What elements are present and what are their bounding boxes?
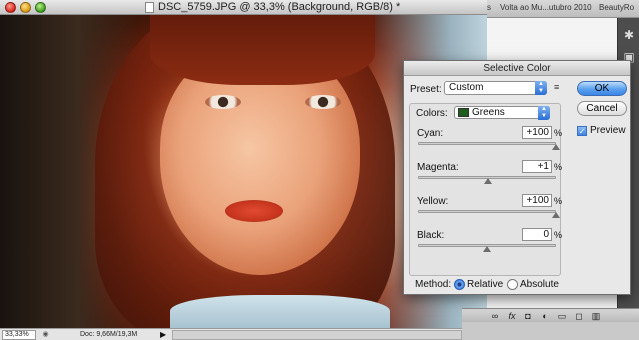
browser-tab[interactable]: Volta ao Mu...utubro 2010 <box>500 3 592 12</box>
zoom-window-button[interactable] <box>35 2 46 13</box>
document-statusbar: 33,33% ◉ Doc: 9,66M/19,3M ▶ <box>0 328 487 340</box>
photo-bangs <box>150 15 375 85</box>
yellow-label: Yellow: <box>417 196 449 207</box>
photo-eye-left <box>205 95 241 109</box>
magenta-slider-thumb[interactable] <box>483 178 492 184</box>
cyan-slider-thumb[interactable] <box>552 144 560 150</box>
cyan-slider-track[interactable] <box>418 142 556 145</box>
status-menu-arrow-icon[interactable]: ▶ <box>160 329 166 340</box>
document-icon <box>145 2 154 13</box>
preset-label: Preset: <box>410 84 442 95</box>
close-window-button[interactable] <box>5 2 16 13</box>
select-arrows-icon: ▲ ▼ <box>535 81 547 95</box>
status-navigator-icon[interactable]: ◉ <box>40 330 51 340</box>
method-relative-label[interactable]: Relative <box>467 279 503 290</box>
cyan-unit: % <box>554 128 563 138</box>
preset-options-icon[interactable]: ≡ <box>554 82 559 92</box>
magenta-unit: % <box>554 162 563 172</box>
zoom-level-field[interactable]: 33,33% <box>2 330 36 340</box>
color-swatch <box>458 108 469 117</box>
horizontal-scrollbar[interactable] <box>172 330 462 340</box>
preview-label[interactable]: Preview <box>590 125 626 136</box>
document-title: DSC_5759.JPG @ 33,3% (Background, RGB/8)… <box>158 1 401 13</box>
black-value-field[interactable]: 0 <box>522 228 552 241</box>
yellow-unit: % <box>554 196 563 206</box>
browser-tabbar: s Volta ao Mu...utubro 2010 BeautyRo <box>487 0 639 18</box>
selective-color-dialog: Selective Color Preset: Custom ▲ ▼ ≡ Colo… <box>403 60 631 295</box>
fx-icon[interactable]: fx <box>506 310 518 322</box>
preset-select[interactable]: Custom ▲ ▼ <box>444 81 547 95</box>
method-absolute-label[interactable]: Absolute <box>520 279 559 290</box>
dialog-title[interactable]: Selective Color <box>404 61 630 76</box>
trash-icon[interactable]: ▥ <box>590 310 602 322</box>
new-layer-icon[interactable]: ◻ <box>573 310 585 322</box>
adjustment-icon[interactable]: ◐ <box>539 310 551 322</box>
colors-group: Colors: Greens ▲ ▼ Cyan: +100 % Magenta: … <box>409 103 563 276</box>
layers-panel-bottom <box>462 322 639 340</box>
select-arrows-icon: ▲ ▼ <box>538 106 550 120</box>
ok-button[interactable]: OK <box>577 81 627 96</box>
cyan-value-field[interactable]: +100 <box>522 126 552 139</box>
cancel-button[interactable]: Cancel <box>577 101 627 116</box>
method-absolute-radio[interactable] <box>507 279 518 290</box>
yellow-value-field[interactable]: +100 <box>522 194 552 207</box>
gear-icon[interactable]: ✱ <box>622 28 636 42</box>
browser-tab[interactable]: BeautyRo <box>599 3 634 12</box>
colors-label: Colors: <box>416 108 448 119</box>
preset-value: Custom <box>449 82 484 93</box>
dialog-body: Preset: Custom ▲ ▼ ≡ Colors: Greens ▲ ▼ Cy… <box>404 76 630 294</box>
photo-shirt <box>170 295 390 328</box>
preview-checkbox[interactable]: ✓ <box>577 126 587 136</box>
document-titlebar[interactable]: DSC_5759.JPG @ 33,3% (Background, RGB/8)… <box>0 0 487 15</box>
yellow-slider-thumb[interactable] <box>552 212 560 218</box>
folder-icon[interactable]: ▭ <box>556 310 568 322</box>
magenta-value-field[interactable]: +1 <box>522 160 552 173</box>
method-label: Method: <box>415 279 452 290</box>
browser-tab[interactable]: s <box>487 3 491 12</box>
document-size-info: Doc: 9,66M/19,3M <box>80 331 138 338</box>
black-unit: % <box>554 230 563 240</box>
method-relative-radio[interactable] <box>454 279 465 290</box>
photo-eye-right <box>305 95 341 109</box>
layers-panel-footer: ∞ fx ◘ ◐ ▭ ◻ ▥ <box>462 308 639 322</box>
photo-lips <box>225 200 283 222</box>
cyan-label: Cyan: <box>417 128 444 139</box>
black-label: Black: <box>417 230 445 241</box>
link-icon[interactable]: ∞ <box>489 310 501 322</box>
minimize-window-button[interactable] <box>20 2 31 13</box>
colors-select[interactable]: Greens ▲ ▼ <box>454 106 550 120</box>
magenta-label: Magenta: <box>417 162 459 173</box>
colors-value: Greens <box>472 107 505 118</box>
black-slider-thumb[interactable] <box>483 246 491 252</box>
mask-icon[interactable]: ◘ <box>522 310 534 322</box>
yellow-slider-track[interactable] <box>418 210 556 213</box>
